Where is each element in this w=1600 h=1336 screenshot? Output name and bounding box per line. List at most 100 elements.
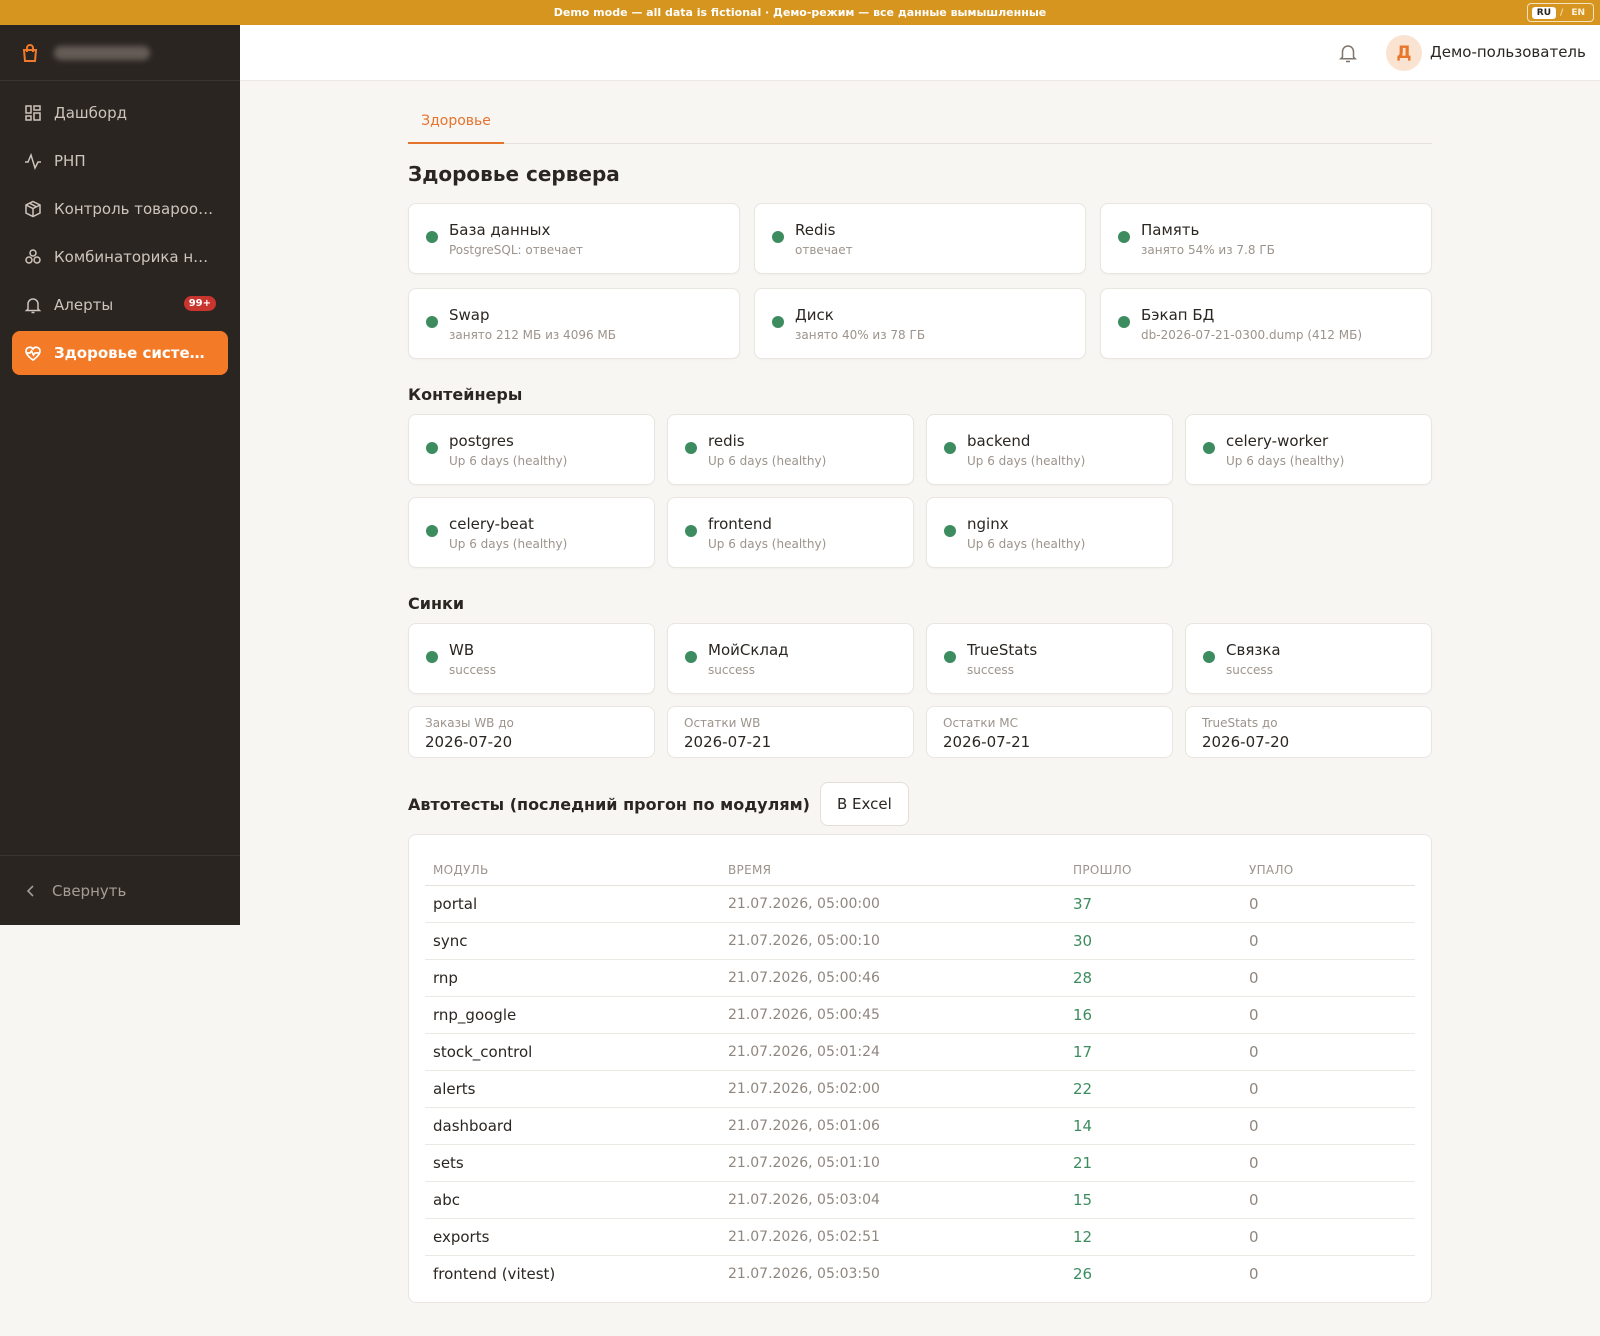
failed-count-cell: 0 xyxy=(1241,1033,1415,1071)
table-row[interactable]: abc 21.07.2026, 05:03:04 15 0 xyxy=(425,1181,1415,1219)
autotests-table-body: portal 21.07.2026, 05:00:00 37 0 sync 21.07.2… xyxy=(425,885,1415,1292)
table-row[interactable]: sets 21.07.2026, 05:01:10 21 0 xyxy=(425,1144,1415,1182)
export-excel-button[interactable]: В Excel xyxy=(819,782,909,826)
stat-value: 2026-07-20 xyxy=(425,733,513,751)
card-title: База данных xyxy=(449,221,551,239)
avatar[interactable]: Д xyxy=(1386,35,1422,71)
module-cell: abc xyxy=(425,1181,720,1219)
status-dot xyxy=(772,231,784,243)
sidebar-item-dashboard[interactable]: Дашборд xyxy=(12,91,228,135)
card-title: backend xyxy=(967,432,1031,450)
stat-label: Остатки WB xyxy=(684,716,761,730)
combinatorics-icon xyxy=(25,249,41,264)
sidebar-item-system-health[interactable]: Здоровье системы xyxy=(12,331,228,375)
table-row[interactable]: portal 21.07.2026, 05:00:00 37 0 xyxy=(425,885,1415,923)
card-subtitle: success xyxy=(1226,663,1273,677)
notifications-bell-icon[interactable] xyxy=(1338,42,1358,64)
sidebar-item-label: Алерты xyxy=(54,296,114,314)
table-row[interactable]: sync 21.07.2026, 05:00:10 30 0 xyxy=(425,922,1415,960)
autotests-title: Автотесты (последний прогон по модулям) xyxy=(408,794,810,814)
status-dot xyxy=(1118,231,1130,243)
user-name[interactable]: Демо-пользователь xyxy=(1430,43,1586,61)
column-header-failed[interactable]: УПАЛО xyxy=(1241,849,1415,886)
card-subtitle: Up 6 days (healthy) xyxy=(449,454,568,468)
card-subtitle: занято 40% из 78 ГБ xyxy=(795,328,926,342)
card-title: Диск xyxy=(795,306,834,324)
status-dot xyxy=(944,525,956,537)
sync-stats-grid: Заказы WB до 2026-07-20 Остатки WB 2026-… xyxy=(408,706,1432,758)
column-header-passed[interactable]: ПРОШЛО xyxy=(1065,849,1241,886)
card-subtitle: занято 212 МБ из 4096 МБ xyxy=(449,328,616,342)
dashboard-icon xyxy=(25,105,41,121)
failed-count-cell: 0 xyxy=(1241,1107,1415,1145)
language-switch[interactable]: RU / EN xyxy=(1526,3,1594,22)
failed-count-cell: 0 xyxy=(1241,1070,1415,1108)
sidebar-item-label: Здоровье системы xyxy=(54,344,214,362)
failed-count-cell: 0 xyxy=(1241,922,1415,960)
module-cell: sets xyxy=(425,1144,720,1182)
sidebar-item-combinatorics[interactable]: Комбинаторика наб... xyxy=(12,235,228,279)
card-subtitle: db-2026-07-21-0300.dump (412 МБ) xyxy=(1141,328,1362,342)
stat-label: Остатки МС xyxy=(943,716,1018,730)
autotests-table-card: МОДУЛЬ ВРЕМЯ ПРОШЛО УПАЛО portal 21.07.20… xyxy=(408,834,1432,1303)
sidebar: Дашборд РНП Контроль товарооб... Комбина… xyxy=(0,25,240,925)
tab-health[interactable]: Здоровье xyxy=(408,111,504,144)
passed-count-cell: 15 xyxy=(1065,1181,1241,1219)
stat-value: 2026-07-21 xyxy=(943,733,1031,751)
container-card-celery-beat: celery-beat Up 6 days (healthy) xyxy=(408,497,655,568)
status-card-db-backup: Бэкап БД db-2026-07-21-0300.dump (412 МБ… xyxy=(1100,288,1432,359)
passed-count-cell: 26 xyxy=(1073,1264,1093,1283)
card-title: МойСклад xyxy=(708,641,789,659)
sidebar-item-rnp[interactable]: РНП xyxy=(12,139,228,183)
status-dot xyxy=(1203,651,1215,663)
table-header-row: МОДУЛЬ ВРЕМЯ ПРОШЛО УПАЛО xyxy=(425,849,1415,886)
sync-card-wb: WB success xyxy=(408,623,655,694)
collapse-sidebar-button[interactable]: Свернуть xyxy=(0,855,240,925)
card-title: Бэкап БД xyxy=(1141,306,1215,324)
activity-icon xyxy=(25,152,41,170)
server-health-title: Здоровье сервера xyxy=(408,162,620,186)
stat-label: Заказы WB до xyxy=(425,716,514,730)
table-row[interactable]: exports 21.07.2026, 05:02:51 12 0 xyxy=(425,1218,1415,1256)
time-cell: 21.07.2026, 05:00:00 xyxy=(720,885,1065,923)
card-subtitle: Up 6 days (healthy) xyxy=(708,454,827,468)
table-row[interactable]: frontend (vitest) 21.07.2026, 05:03:50 26 0 xyxy=(425,1255,1415,1292)
sync-card-link: Связка success xyxy=(1185,623,1432,694)
table-row[interactable]: rnp 21.07.2026, 05:00:46 28 0 xyxy=(425,959,1415,997)
time-cell: 21.07.2026, 05:03:50 xyxy=(728,1265,880,1282)
stat-value: 2026-07-20 xyxy=(1202,733,1290,751)
lang-en-button[interactable]: EN xyxy=(1567,7,1589,19)
sidebar-item-alerts[interactable]: Алерты 99+ xyxy=(12,283,228,327)
module-cell: frontend (vitest) xyxy=(433,1264,556,1283)
card-subtitle: PostgreSQL: отвечает xyxy=(449,243,583,257)
stat-card-truestats: TrueStats до 2026-07-20 xyxy=(1185,706,1432,758)
brand[interactable] xyxy=(0,25,240,81)
status-dot xyxy=(426,525,438,537)
sidebar-item-label: Дашборд xyxy=(54,104,127,122)
card-title: TrueStats xyxy=(967,641,1038,659)
time-cell: 21.07.2026, 05:01:24 xyxy=(720,1033,1065,1071)
sidebar-item-stock-control[interactable]: Контроль товарооб... xyxy=(12,187,228,231)
lang-ru-button[interactable]: RU xyxy=(1531,6,1557,19)
demo-banner-text: Demo mode — all data is fictional · Демо… xyxy=(553,6,1047,19)
card-title: Память xyxy=(1141,221,1200,239)
card-title: Redis xyxy=(795,221,836,239)
column-header-time[interactable]: ВРЕМЯ xyxy=(720,849,1065,886)
table-row[interactable]: stock_control 21.07.2026, 05:01:24 17 0 xyxy=(425,1033,1415,1071)
sync-card-truestats: TrueStats success xyxy=(926,623,1173,694)
passed-count-cell: 12 xyxy=(1065,1218,1241,1256)
failed-count-cell: 0 xyxy=(1241,1181,1415,1219)
syncs-title: Синки xyxy=(408,594,465,613)
table-row[interactable]: dashboard 21.07.2026, 05:01:06 14 0 xyxy=(425,1107,1415,1145)
card-subtitle: занято 54% из 7.8 ГБ xyxy=(1141,243,1275,257)
table-row[interactable]: alerts 21.07.2026, 05:02:00 22 0 xyxy=(425,1070,1415,1108)
card-subtitle: success xyxy=(449,663,496,677)
chevron-left-icon xyxy=(26,884,34,897)
card-subtitle: Up 6 days (healthy) xyxy=(1226,454,1345,468)
column-header-module[interactable]: МОДУЛЬ xyxy=(425,849,720,886)
table-row[interactable]: rnp_google 21.07.2026, 05:00:45 16 0 xyxy=(425,996,1415,1034)
module-cell: rnp xyxy=(425,959,720,997)
failed-count-cell: 0 xyxy=(1241,1218,1415,1256)
status-card-memory: Память занято 54% из 7.8 ГБ xyxy=(1100,203,1432,274)
passed-count-cell: 28 xyxy=(1065,959,1241,997)
